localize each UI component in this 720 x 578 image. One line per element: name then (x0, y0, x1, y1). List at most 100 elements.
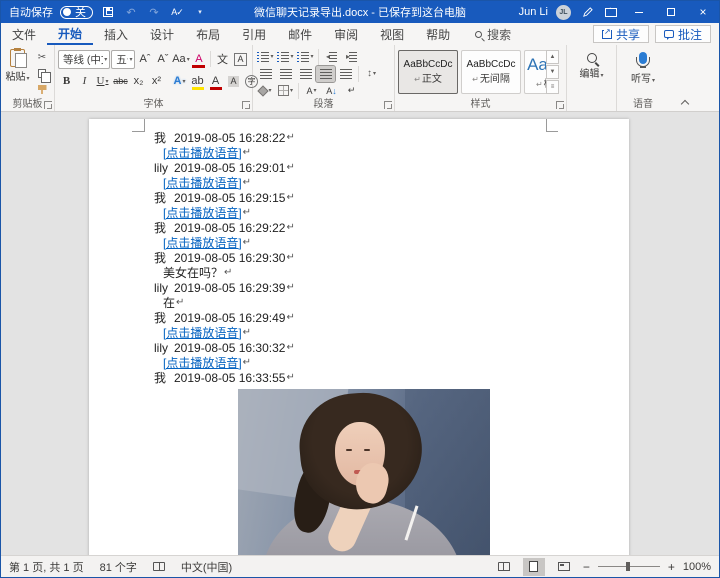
strikethrough-button[interactable]: abc (112, 71, 129, 91)
autosave-toggle[interactable]: 关 (60, 6, 93, 19)
spellcheck-icon[interactable]: A✓ (169, 5, 185, 19)
chat-speaker-line: 我2019-08-05 16:29:15↵ (89, 190, 629, 205)
dictate-button[interactable]: 听写 (620, 48, 666, 85)
voice-playback-link[interactable]: [点击播放语音] (163, 234, 242, 251)
phonetic-guide-icon[interactable]: 文 (214, 49, 231, 69)
character-border-icon[interactable]: A (232, 49, 249, 69)
tab-insert[interactable]: 插入 (93, 23, 139, 45)
redo-icon[interactable]: ↷ (146, 5, 162, 19)
user-name[interactable]: Jun Li (519, 6, 548, 18)
tab-design[interactable]: 设计 (139, 23, 185, 45)
voice-playback-link[interactable]: [点击播放语音] (163, 144, 242, 161)
grow-font-icon[interactable]: Aˆ (136, 49, 153, 69)
page[interactable]: 我2019-08-05 16:28:22↵[点击播放语音]↵lily2019-0… (89, 119, 629, 557)
bold-button[interactable]: B (58, 71, 75, 91)
styles-more-icon[interactable]: ≡ (546, 80, 559, 94)
word-count[interactable]: 81 个字 (100, 559, 137, 575)
save-icon[interactable] (100, 5, 116, 19)
shrink-font-icon[interactable]: Aˇ (154, 49, 171, 69)
tab-mailings[interactable]: 邮件 (277, 23, 323, 45)
tab-file[interactable]: 文件 (1, 23, 47, 45)
document-area[interactable]: 我2019-08-05 16:28:22↵[点击播放语音]↵lily2019-0… (1, 112, 719, 557)
styles-scroll-up-icon[interactable]: ▲ (546, 50, 559, 64)
font-name-combo[interactable]: 等线 (中文正文) (58, 50, 110, 69)
align-right-icon[interactable] (296, 66, 315, 82)
highlight-color-icon[interactable]: ab (189, 71, 206, 91)
justify-icon[interactable] (316, 66, 335, 82)
language-indicator[interactable]: 中文(中国) (181, 559, 232, 575)
web-layout-button[interactable] (553, 558, 575, 576)
distribute-icon[interactable] (336, 66, 355, 82)
align-center-icon[interactable] (276, 66, 295, 82)
styles-scroll-down-icon[interactable]: ▼ (546, 65, 559, 79)
undo-icon[interactable]: ↶ (123, 5, 139, 19)
font-size-combo[interactable]: 五号 (111, 50, 135, 69)
tab-layout[interactable]: 布局 (185, 23, 231, 45)
zoom-in-button[interactable]: + (668, 560, 675, 574)
style-normal[interactable]: AaBbCcDc 正文 (398, 50, 458, 94)
zoom-slider-thumb[interactable] (626, 562, 630, 571)
cut-icon[interactable]: ✂ (33, 50, 51, 65)
proofing-icon[interactable] (153, 562, 165, 571)
tab-references[interactable]: 引用 (231, 23, 277, 45)
read-mode-button[interactable] (493, 558, 515, 576)
multilevel-list-icon[interactable] (296, 49, 315, 65)
character-shading-icon[interactable]: A (225, 71, 242, 91)
message-timestamp: 2019-08-05 16:30:32 (174, 341, 285, 355)
paste-button[interactable]: 粘贴 (4, 48, 31, 97)
voice-playback-link[interactable]: [点击播放语音] (163, 354, 242, 371)
change-case-icon[interactable]: Aa (172, 49, 189, 69)
text-effects-icon[interactable]: A (171, 71, 188, 91)
ribbon-display-options-icon[interactable] (603, 5, 619, 19)
bullets-icon[interactable] (256, 49, 275, 65)
superscript-button[interactable]: x² (148, 71, 165, 91)
voice-playback-link[interactable]: [点击播放语音] (163, 174, 242, 191)
style-no-spacing[interactable]: AaBbCcDc 无间隔 (461, 50, 521, 94)
voice-playback-link[interactable]: [点击播放语音] (163, 324, 242, 341)
speaker-name: 我 (154, 369, 174, 386)
copy-icon[interactable] (33, 66, 51, 81)
chat-message-line: 在↵ (89, 295, 629, 310)
decrease-indent-icon[interactable]: ◂ (322, 49, 341, 65)
chat-speaker-line: 我2019-08-05 16:33:55↵ (89, 370, 629, 385)
clear-formatting-icon[interactable]: A (190, 49, 207, 69)
increase-indent-icon[interactable]: ▸ (342, 49, 361, 65)
paragraph-dialog-launcher[interactable] (384, 101, 392, 109)
tab-home[interactable]: 开始 (47, 23, 93, 45)
tab-view[interactable]: 视图 (369, 23, 415, 45)
tab-review[interactable]: 审阅 (323, 23, 369, 45)
tab-help[interactable]: 帮助 (415, 23, 461, 45)
zoom-out-button[interactable]: − (583, 560, 590, 574)
message-timestamp: 2019-08-05 16:29:22 (174, 221, 285, 235)
page-indicator[interactable]: 第 1 页, 共 1 页 (9, 559, 84, 575)
avatar[interactable]: JL (556, 5, 571, 20)
subscript-button[interactable]: x₂ (130, 71, 147, 91)
font-dialog-launcher[interactable] (242, 101, 250, 109)
maximize-button[interactable] (659, 2, 683, 22)
editing-button[interactable]: 编辑 (570, 48, 613, 80)
edit-pencil-icon[interactable] (579, 5, 595, 19)
crop-mark-top-left (132, 119, 144, 132)
zoom-level[interactable]: 100% (683, 561, 711, 573)
align-left-icon[interactable] (256, 66, 275, 82)
qat-customize-icon[interactable]: ▾ (192, 5, 208, 19)
styles-dialog-launcher[interactable] (556, 101, 564, 109)
embedded-photo[interactable] (238, 389, 490, 557)
minimize-button[interactable] (627, 2, 651, 22)
voice-playback-link[interactable]: [点击播放语音] (163, 204, 242, 221)
close-button[interactable]: × (691, 2, 715, 22)
numbering-icon[interactable] (276, 49, 295, 65)
clipboard-dialog-launcher[interactable] (44, 101, 52, 109)
paragraph-mark-icon: ↵ (243, 147, 251, 158)
line-spacing-icon[interactable]: ↕ (362, 66, 381, 82)
share-button[interactable]: 共享 (593, 25, 649, 43)
search-box[interactable]: 搜索 (475, 23, 511, 45)
zoom-slider[interactable] (598, 566, 660, 567)
font-color-icon[interactable]: A (207, 71, 224, 91)
print-layout-button[interactable] (523, 558, 545, 576)
italic-button[interactable]: I (76, 71, 93, 91)
style-heading1[interactable]: AaBbC 标题 1 (524, 50, 546, 94)
collapse-ribbon-icon[interactable] (682, 99, 689, 106)
comments-button[interactable]: 批注 (655, 25, 711, 43)
underline-button[interactable]: U (94, 71, 111, 91)
